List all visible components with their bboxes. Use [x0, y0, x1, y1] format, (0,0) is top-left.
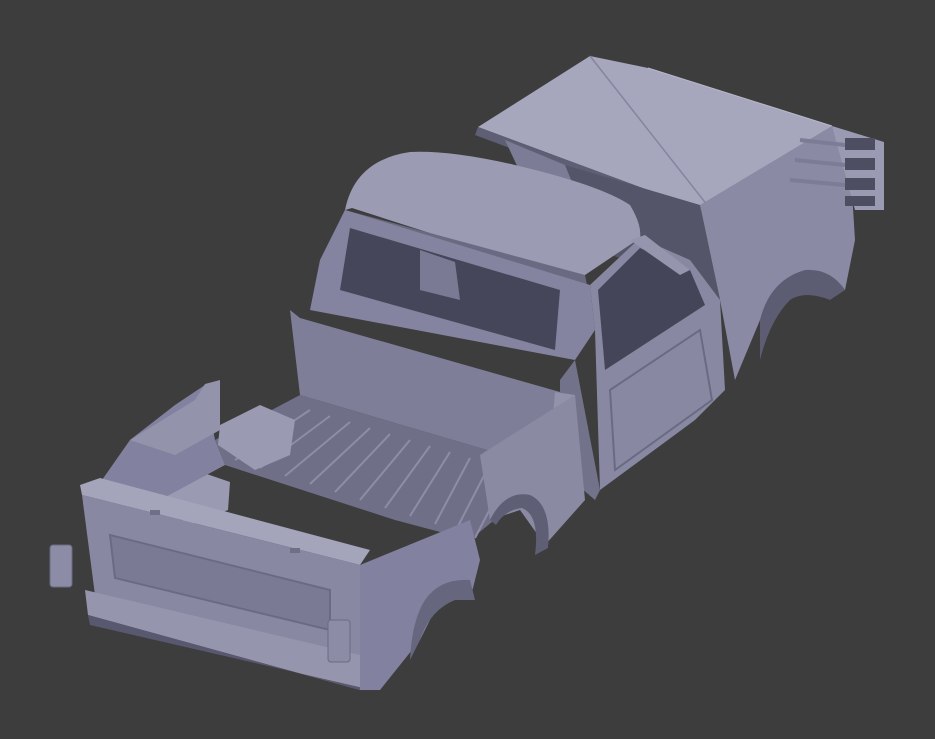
3d-viewport[interactable] [0, 0, 935, 739]
viewport-canvas[interactable] [0, 0, 935, 739]
